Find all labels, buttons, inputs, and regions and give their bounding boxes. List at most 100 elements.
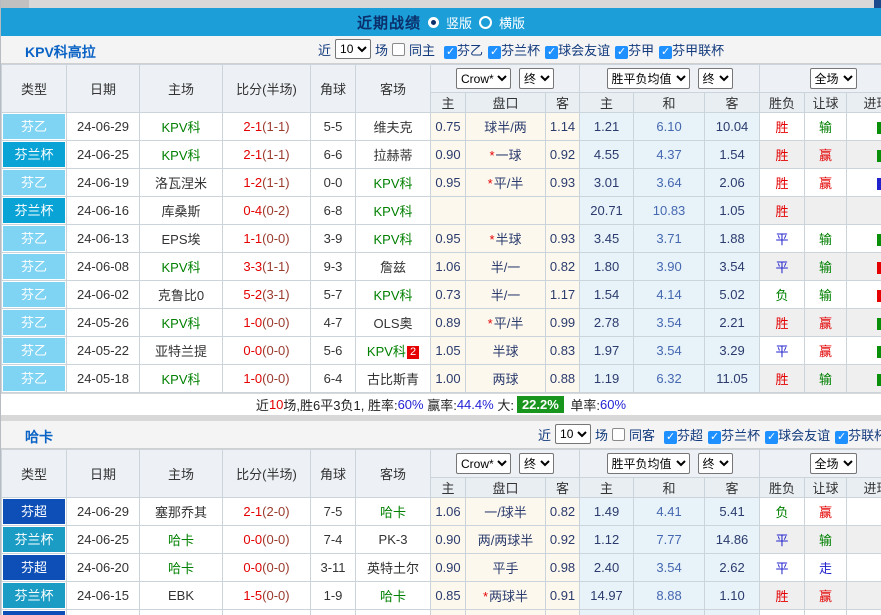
- handicap-result: 输: [805, 113, 847, 141]
- checkbox-check-icon: ✓: [661, 47, 670, 58]
- top-left-corner: [1, 0, 29, 8]
- away-team: 拉赫蒂: [356, 141, 431, 169]
- col-type: 类型: [2, 65, 67, 113]
- scope-select[interactable]: 全场: [810, 68, 857, 89]
- col-h-home: 主: [431, 478, 466, 498]
- checkbox-check-icon: ✓: [666, 432, 675, 443]
- goals-result: [847, 281, 881, 309]
- match-row: 芬乙24-05-26KPV科1-0(0-0)4-7OLS奥0.89*平/半0.9…: [2, 309, 881, 337]
- record-summary: 近10场,胜6平3负1, 胜率:60% 赢率:44.4% 大:22.2% 单率:…: [1, 393, 881, 415]
- league-checkbox[interactable]: ✓: [765, 431, 778, 444]
- win-odds: 2.40: [580, 554, 634, 582]
- corner-count: 5-7: [311, 281, 356, 309]
- handicap-line: 两/两球半: [466, 526, 546, 554]
- league-checkbox[interactable]: ✓: [615, 46, 628, 59]
- goals-result: [847, 337, 881, 365]
- away-team: 古比斯青: [356, 365, 431, 393]
- home-team: KPV科: [140, 253, 223, 281]
- match-date: 24-06-29: [67, 113, 140, 141]
- bookmaker-select[interactable]: Crow*: [456, 453, 511, 474]
- handicap-line: 球半/两: [466, 113, 546, 141]
- league-checkbox[interactable]: ✓: [708, 431, 721, 444]
- handicap-home-odds: 0.90: [431, 554, 466, 582]
- match-count-select[interactable]: 10: [335, 39, 371, 59]
- goals-result: [847, 554, 881, 582]
- window-top-strip: [1, 0, 881, 8]
- near-label: 近: [318, 40, 331, 59]
- win-odds: 3.45: [580, 225, 634, 253]
- league-label: 芬兰杯: [501, 43, 540, 58]
- match-score: 3-3(1-1): [223, 253, 311, 281]
- league-label: 球会友谊: [558, 43, 610, 58]
- corner-count: 11-3: [311, 610, 356, 615]
- handicap-line: *一球: [466, 141, 546, 169]
- wdl-time-select[interactable]: 终: [698, 68, 733, 89]
- league-checkbox[interactable]: ✓: [664, 431, 677, 444]
- section-header: 哈卡 近 10 场 同客 ✓芬超✓芬兰杯✓球会友谊✓芬联杯✓欧会杯: [1, 421, 881, 449]
- league-checkbox[interactable]: ✓: [488, 46, 501, 59]
- bookmaker-select[interactable]: Crow*: [456, 68, 511, 89]
- league-label: 芬超: [677, 428, 703, 443]
- home-team: 哈卡: [140, 554, 223, 582]
- col-score: 比分(半场): [223, 450, 311, 498]
- home-team: EBK: [140, 582, 223, 610]
- handicap-line: 一/球半: [466, 498, 546, 526]
- handicap-away-odds: 1.17: [546, 281, 580, 309]
- win-odds: 4.55: [580, 141, 634, 169]
- same-home-label: 同主: [409, 40, 435, 59]
- home-team: KPV科: [140, 141, 223, 169]
- league-checkbox[interactable]: ✓: [444, 46, 457, 59]
- corner-count: 5-6: [311, 337, 356, 365]
- away-team: KPV科: [356, 225, 431, 253]
- draw-odds: 7.77: [634, 526, 705, 554]
- handicap-time-select[interactable]: 终: [519, 68, 554, 89]
- same-away-checkbox[interactable]: [612, 428, 625, 441]
- league-type: 芬乙: [2, 281, 67, 309]
- checkbox-check-icon: ✓: [767, 432, 776, 443]
- games-label: 场: [595, 425, 608, 444]
- match-result: 平: [760, 337, 805, 365]
- league-checkbox[interactable]: ✓: [659, 46, 672, 59]
- handicap-home-odds: 1.11: [431, 610, 466, 615]
- goals-result: [847, 498, 881, 526]
- lose-odds: 1.10: [705, 582, 760, 610]
- home-team: 库桑斯: [140, 197, 223, 225]
- handicap-time-select[interactable]: 终: [519, 453, 554, 474]
- match-row: 芬兰杯24-06-25KPV科2-1(1-1)6-6拉赫蒂0.90*一球0.92…: [2, 141, 881, 169]
- scope-select[interactable]: 全场: [810, 453, 857, 474]
- match-date: 24-05-26: [67, 309, 140, 337]
- handicap-away-odds: 0.93: [546, 169, 580, 197]
- corner-count: 7-5: [311, 498, 356, 526]
- handicap-result: 赢: [805, 309, 847, 337]
- col-date: 日期: [67, 450, 140, 498]
- draw-odds: 6.10: [634, 113, 705, 141]
- handicap-home-odds: [431, 197, 466, 225]
- wdl-average-select[interactable]: 胜平负均值: [607, 68, 690, 89]
- win-odds: 3.01: [580, 169, 634, 197]
- red-card-badge: 2: [407, 346, 419, 359]
- away-team: OLS奥: [356, 309, 431, 337]
- league-type: 芬兰杯: [2, 141, 67, 169]
- wdl-time-select[interactable]: 终: [698, 453, 733, 474]
- handicap-line: 平手: [466, 554, 546, 582]
- scope-select-cell: 全场: [760, 450, 881, 478]
- same-home-checkbox[interactable]: [392, 43, 405, 56]
- checkbox-check-icon: ✓: [617, 47, 626, 58]
- page-title: 近期战绩: [357, 12, 421, 33]
- handicap-result: 赢: [805, 169, 847, 197]
- handicap-home-odds: 0.90: [431, 141, 466, 169]
- goals-result: [847, 365, 881, 393]
- horizontal-layout-radio[interactable]: [479, 16, 492, 29]
- match-date: 24-06-16: [67, 197, 140, 225]
- league-checkbox[interactable]: ✓: [545, 46, 558, 59]
- match-count-select[interactable]: 10: [555, 424, 591, 444]
- match-date: 24-06-29: [67, 498, 140, 526]
- match-row: 芬乙24-06-13EPS埃1-1(0-0)3-9KPV科0.95*半球0.93…: [2, 225, 881, 253]
- match-row: 芬乙24-05-18KPV科1-0(0-0)6-4古比斯青1.00两球0.881…: [2, 365, 881, 393]
- wdl-average-select[interactable]: 胜平负均值: [607, 453, 690, 474]
- col-h-away: 客: [546, 478, 580, 498]
- vertical-layout-radio[interactable]: [428, 17, 439, 28]
- match-row: 芬超24-06-20哈卡0-0(0-0)3-11英特土尔0.90平手0.982.…: [2, 554, 881, 582]
- league-type: 芬乙: [2, 113, 67, 141]
- league-checkbox[interactable]: ✓: [835, 431, 848, 444]
